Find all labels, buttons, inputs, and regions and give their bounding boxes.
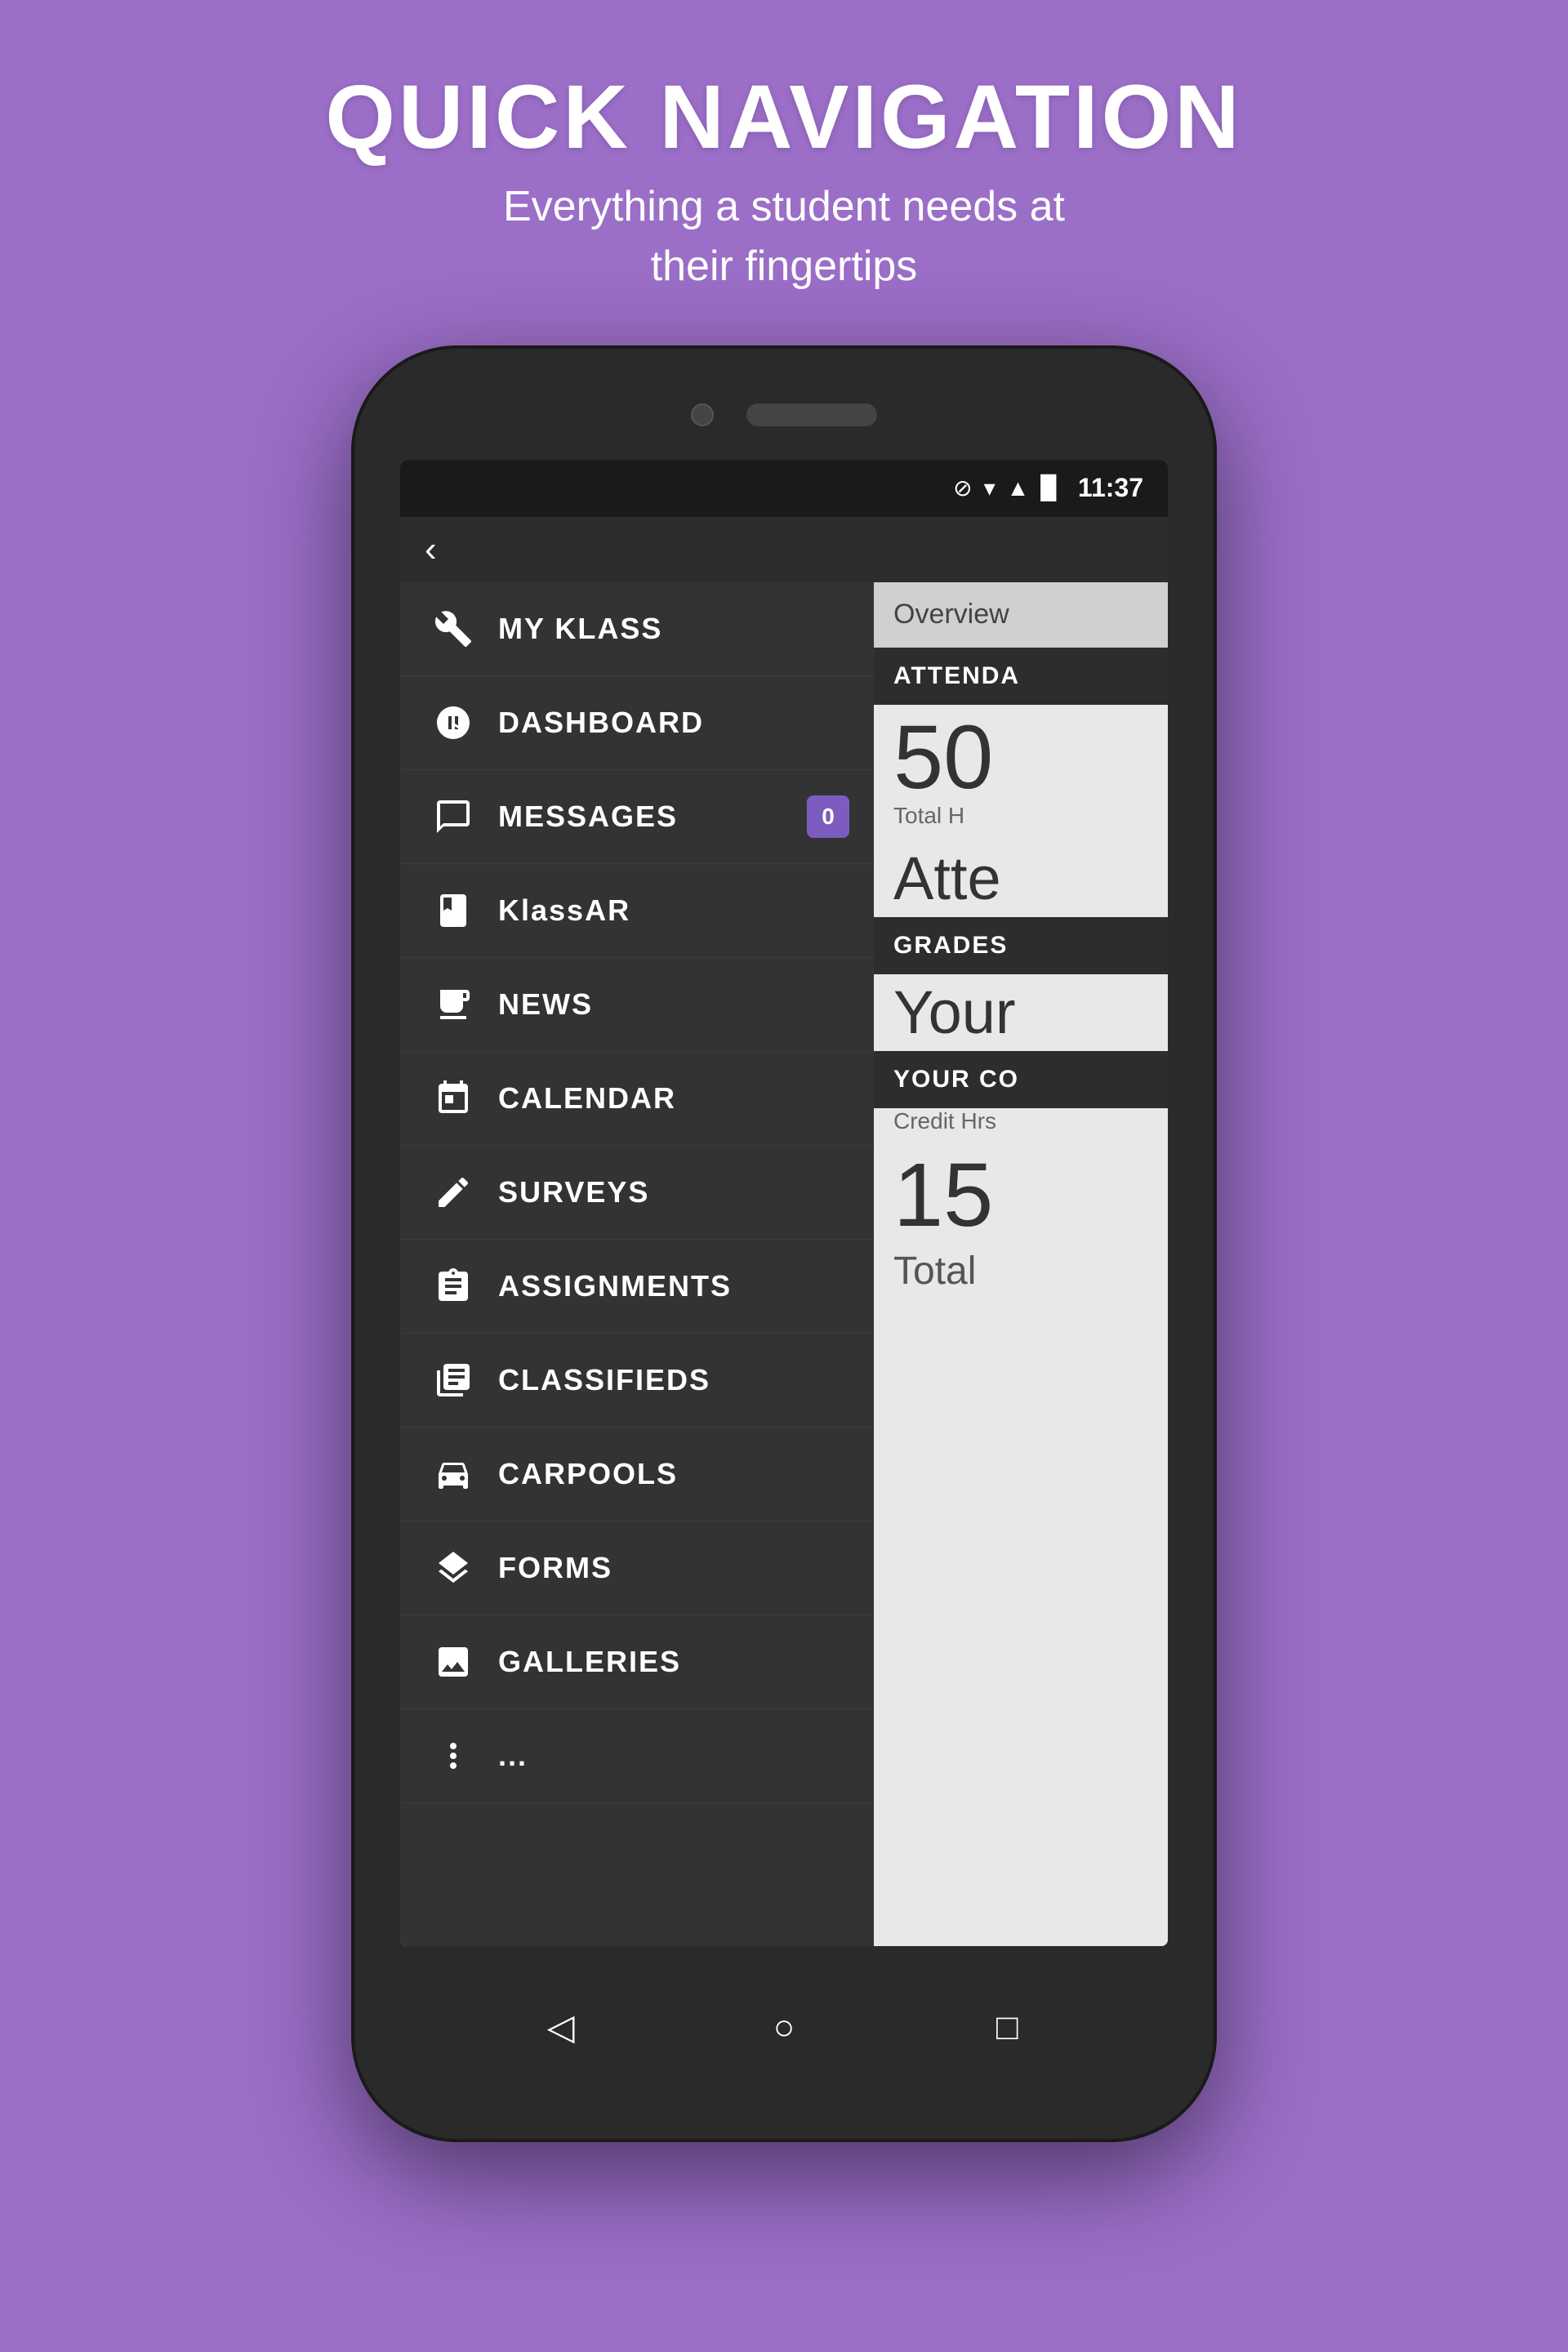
pencil-icon <box>425 1173 482 1212</box>
battery-icon: ▉ <box>1040 474 1058 501</box>
attendance-header: ATTENDA <box>874 648 1168 705</box>
status-time: 11:37 <box>1078 473 1143 503</box>
phone-bottom-nav: ◁ ○ □ <box>351 1946 1217 2109</box>
sidebar-label-news: NEWS <box>498 987 849 1022</box>
credit-hrs-label: Credit Hrs <box>874 1108 1168 1143</box>
page-subtitle: Everything a student needs attheir finge… <box>325 177 1242 296</box>
sidebar-label-classifieds: CLASSIFIEDS <box>498 1363 849 1397</box>
android-back-button[interactable]: ◁ <box>532 1999 590 2056</box>
page-header: QUICK NAVIGATION Everything a student ne… <box>325 0 1242 296</box>
sidebar-item-assignments[interactable]: ASSIGNMENTS <box>400 1240 874 1334</box>
sidebar-label-carpools: CARPOOLS <box>498 1457 849 1491</box>
courses-header: YOUR CO <box>874 1051 1168 1108</box>
screen: ⊘ ▾ ▲ ▉ 11:37 ‹ MY KLASS <box>400 460 1168 1946</box>
camera <box>691 403 714 426</box>
sidebar-item-classifieds[interactable]: CLASSIFIEDS <box>400 1334 874 1428</box>
credit-number: 15 <box>874 1143 1168 1241</box>
sidebar-label-klassar: KlassAR <box>498 893 849 928</box>
right-panel: Overview ATTENDA 50 Total H Atte GRADES … <box>874 582 1168 1946</box>
sidebar-item-more[interactable]: ... <box>400 1709 874 1803</box>
more-icon <box>425 1736 482 1775</box>
sidebar-item-forms[interactable]: FORMS <box>400 1521 874 1615</box>
sidebar-label-forms: FORMS <box>498 1551 849 1585</box>
attendance-text: Atte <box>874 840 1168 917</box>
sidebar-item-surveys[interactable]: SURVEYS <box>400 1146 874 1240</box>
messages-badge: 0 <box>807 795 849 838</box>
wrench-icon <box>425 609 482 648</box>
list-icon <box>425 1361 482 1400</box>
newspaper-icon <box>425 985 482 1024</box>
sidebar-label-assignments: ASSIGNMENTS <box>498 1269 849 1303</box>
android-home-button[interactable]: ○ <box>755 1999 813 2056</box>
speaker <box>746 403 877 426</box>
sidebar-item-dashboard[interactable]: DASHBOARD <box>400 676 874 770</box>
status-bar: ⊘ ▾ ▲ ▉ 11:37 <box>400 460 1168 517</box>
photo-icon <box>425 1642 482 1682</box>
sidebar-item-calendar[interactable]: CALENDAR <box>400 1052 874 1146</box>
sidebar-item-messages[interactable]: MESSAGES 0 <box>400 770 874 864</box>
grades-text: Your <box>874 974 1168 1051</box>
back-button[interactable]: ‹ <box>425 529 437 570</box>
attendance-number: 50 <box>874 705 1168 803</box>
android-recents-button[interactable]: □ <box>978 1999 1036 2056</box>
sidebar-label-calendar: CALENDAR <box>498 1081 849 1116</box>
chat-icon <box>425 797 482 836</box>
calendar-icon <box>425 1079 482 1118</box>
sidebar-label-dashboard: DASHBOARD <box>498 706 849 740</box>
sidebar-item-galleries[interactable]: GALLERIES <box>400 1615 874 1709</box>
sidebar-item-carpools[interactable]: CARPOOLS <box>400 1428 874 1521</box>
sidebar-item-news[interactable]: NEWS <box>400 958 874 1052</box>
layers-icon <box>425 1548 482 1588</box>
sidebar-label-surveys: SURVEYS <box>498 1175 849 1209</box>
overview-tab[interactable]: Overview <box>874 582 1168 648</box>
sidebar-item-klassar[interactable]: KlassAR <box>400 864 874 958</box>
clipboard-icon <box>425 1267 482 1306</box>
gauge-icon <box>425 703 482 742</box>
page-title: QUICK NAVIGATION <box>325 65 1242 169</box>
phone-top <box>351 345 1217 460</box>
phone-mockup: ⊘ ▾ ▲ ▉ 11:37 ‹ MY KLASS <box>351 345 1217 2142</box>
wifi-icon: ▾ <box>984 474 996 501</box>
no-sim-icon: ⊘ <box>953 474 972 501</box>
car-icon <box>425 1454 482 1494</box>
total-text: Total <box>874 1241 1168 1302</box>
total-hours-label: Total H <box>874 803 1168 840</box>
nav-bar: ‹ <box>400 517 1168 582</box>
grades-header: GRADES <box>874 917 1168 974</box>
status-icons: ⊘ ▾ ▲ ▉ 11:37 <box>953 473 1143 503</box>
sidebar: MY KLASS DASHBOARD MESSAGES 0 <box>400 582 874 1946</box>
book-icon <box>425 891 482 930</box>
content-area: MY KLASS DASHBOARD MESSAGES 0 <box>400 582 1168 1946</box>
signal-icon: ▲ <box>1007 475 1030 501</box>
sidebar-item-my-klass[interactable]: MY KLASS <box>400 582 874 676</box>
sidebar-label-more: ... <box>498 1739 849 1773</box>
sidebar-label-galleries: GALLERIES <box>498 1645 849 1679</box>
sidebar-label-my-klass: MY KLASS <box>498 612 849 646</box>
sidebar-label-messages: MESSAGES <box>498 800 807 834</box>
